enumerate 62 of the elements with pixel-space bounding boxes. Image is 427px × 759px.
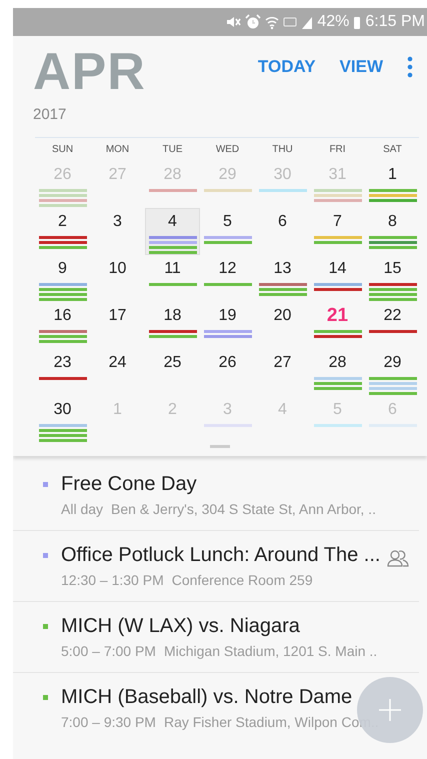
event-time: 12:30 – 1:30 PM [61,570,164,590]
day-cell[interactable]: 22 [365,302,420,348]
day-cell[interactable]: 4 [145,208,200,254]
day-cell[interactable]: 16 [35,302,90,348]
day-cell[interactable]: 1 [365,160,420,208]
battery-icon [353,14,362,30]
day-cell[interactable]: 30 [35,396,90,442]
event-location: Ray Fisher Stadium, Wilpon Com.. [164,712,379,732]
plus-icon [378,698,402,722]
day-cell[interactable]: 17 [90,302,145,348]
today-button[interactable]: TODAY [258,54,316,80]
weekday-label: MON [104,142,130,156]
day-cell[interactable]: 29 [365,348,420,396]
event-title[interactable]: Free Cone Day [61,472,197,496]
day-cell[interactable]: 13 [255,254,310,302]
event-time: 5:00 – 7:00 PM [61,642,156,660]
event-time: All day [61,500,104,519]
weekday-label: WED [214,142,240,156]
day-cell[interactable]: 25 [145,348,200,396]
weekday-label: THU [271,142,294,156]
day-cell[interactable]: 28 [310,348,365,396]
view-button[interactable]: VIEW [340,54,383,80]
day-cell[interactable]: 11 [145,254,200,302]
day-cell[interactable]: 18 [145,302,200,348]
drag-handle[interactable] [210,444,230,448]
day-cell[interactable]: 2 [35,208,90,254]
weekday-label: FRI [328,142,347,156]
day-cell[interactable]: 14 [310,254,365,302]
day-cell[interactable]: 12 [200,254,255,302]
weekday-label: TUE [162,142,184,156]
event-title[interactable]: Office Potluck Lunch: Around The ... [61,542,380,566]
day-cell[interactable]: 21 [310,302,365,348]
year-label: 2017 [33,105,68,125]
day-cell[interactable]: 8 [365,208,420,254]
day-cell[interactable]: 19 [200,302,255,348]
battery-percent: 42% [317,12,350,32]
event-title[interactable]: MICH (W LAX) vs. Niagara [61,614,300,638]
day-cell[interactable]: 10 [90,254,145,302]
wifi-icon [265,14,280,30]
event-location: Ben & Jerry's, 304 S State St, Ann Arbor, .. [111,500,376,519]
day-cell[interactable]: 27 [255,348,310,396]
weekday-label: SAT [382,142,403,156]
day-cell[interactable]: 3 [90,208,145,254]
clock-time: 6:15 PM [365,12,425,32]
day-cell[interactable]: 7 [310,208,365,254]
more-options-icon[interactable] [407,56,413,78]
mute-icon [225,14,242,30]
day-cell[interactable]: 15 [365,254,420,302]
event-location: Conference Room 259 [172,570,313,590]
month-title: APR [33,46,146,98]
day-cell[interactable]: 24 [90,348,145,396]
weekday-label: SUN [50,142,74,156]
day-cell[interactable]: 6 [255,208,310,254]
day-cell[interactable]: 5 [200,208,255,254]
day-cell[interactable]: 20 [255,302,310,348]
event-location: Michigan Stadium, 1201 S. Main .. [164,642,378,661]
day-cell[interactable]: 23 [35,348,90,396]
alarm-icon [245,14,262,30]
event-title[interactable]: MICH (Baseball) vs. Notre Dame [61,684,352,708]
day-cell[interactable]: 9 [35,254,90,302]
event-time: 7:00 – 9:30 PM [61,712,156,732]
day-cell[interactable]: 26 [200,348,255,396]
